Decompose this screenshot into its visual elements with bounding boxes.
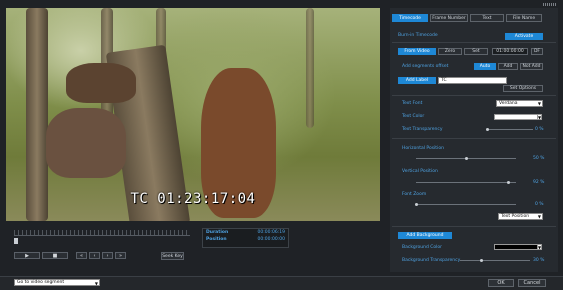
font-zoom-slider[interactable] bbox=[415, 203, 516, 206]
duration-row: Duration 00:00:06:19 bbox=[203, 229, 288, 236]
divider bbox=[392, 138, 556, 139]
vertical-position-slider[interactable] bbox=[416, 181, 516, 184]
horizontal-position-value: 50 % bbox=[533, 156, 545, 161]
slider-knob[interactable] bbox=[415, 203, 418, 206]
slider-knob[interactable] bbox=[486, 128, 489, 131]
text-color-swatch[interactable] bbox=[494, 114, 538, 120]
slider-knob[interactable] bbox=[507, 181, 510, 184]
slider-knob[interactable] bbox=[465, 157, 468, 160]
divider bbox=[392, 95, 556, 96]
text-transparency-value: 0 % bbox=[535, 127, 544, 132]
text-font-label: Text Font bbox=[402, 101, 423, 106]
tree-trunk bbox=[26, 8, 48, 221]
chevron-down-icon: ▼ bbox=[537, 214, 541, 219]
not-add-button[interactable]: Not Add bbox=[520, 63, 543, 70]
text-font-select[interactable]: Verdana ▼ bbox=[496, 100, 543, 107]
divider bbox=[392, 42, 556, 43]
text-font-value: Verdana bbox=[499, 101, 518, 106]
chevron-down-icon: ▼ bbox=[537, 101, 541, 106]
last-frame-button[interactable]: » bbox=[115, 252, 126, 259]
timeline-handle[interactable] bbox=[14, 238, 18, 244]
auto-button[interactable]: Auto bbox=[474, 63, 496, 70]
play-button[interactable]: ▶ bbox=[14, 252, 40, 259]
position-label: Position bbox=[206, 237, 227, 242]
info-panel: Duration 00:00:06:19 Position 00:00:00:0… bbox=[202, 228, 289, 248]
cancel-button[interactable]: Cancel bbox=[518, 279, 546, 287]
stop-button[interactable]: ■ bbox=[42, 252, 68, 259]
add-label-button[interactable]: Add Label bbox=[398, 77, 436, 84]
duration-label: Duration bbox=[206, 230, 229, 235]
segment-select[interactable]: Go to video segment ▼ bbox=[14, 279, 100, 286]
zero-button[interactable]: Zero bbox=[438, 48, 462, 55]
horizontal-position-label: Horizontal Position bbox=[402, 146, 444, 151]
from-video-button[interactable]: From Video bbox=[398, 48, 436, 55]
label-input[interactable]: TC bbox=[438, 77, 507, 84]
position-row: Position 00:00:00:00 bbox=[203, 236, 288, 243]
text-transparency-slider[interactable] bbox=[486, 128, 533, 131]
font-zoom-label: Font Zoom bbox=[402, 192, 427, 197]
play-icon: ▶ bbox=[25, 252, 29, 259]
tab-bar: Timecode Frame Number Text File Name bbox=[392, 14, 542, 22]
vertical-position-value: 92 % bbox=[533, 180, 545, 185]
stop-icon: ■ bbox=[52, 252, 58, 259]
tab-text[interactable]: Text bbox=[470, 14, 504, 22]
position-value: 00:00:00:00 bbox=[257, 237, 285, 242]
timecode-overlay: TC 01:23:17:04 bbox=[130, 191, 256, 207]
text-transparency-label: Text Transparency bbox=[402, 127, 443, 132]
activate-button[interactable]: Activate bbox=[505, 33, 543, 40]
background-color-label: Background Color bbox=[402, 245, 443, 250]
divider bbox=[392, 226, 556, 227]
segments-offset-label: Add segments offset bbox=[402, 64, 449, 69]
chevron-down-icon[interactable]: ▼ bbox=[537, 114, 542, 120]
video-frame bbox=[6, 8, 380, 221]
tree-trunk bbox=[306, 8, 314, 128]
duration-value: 00:00:06:19 bbox=[257, 230, 285, 235]
tab-file-name[interactable]: File Name bbox=[506, 14, 542, 22]
background-transparency-slider[interactable] bbox=[460, 259, 530, 262]
chevron-down-icon: ▼ bbox=[94, 281, 98, 286]
horse bbox=[66, 63, 136, 103]
ok-button[interactable]: OK bbox=[488, 279, 514, 287]
text-color-label: Text Color bbox=[402, 114, 425, 119]
text-position-select[interactable]: Text Position ▼ bbox=[498, 213, 543, 220]
chevron-down-icon[interactable]: ▼ bbox=[537, 244, 542, 250]
background-color-swatch[interactable] bbox=[494, 244, 538, 250]
tab-timecode[interactable]: Timecode bbox=[392, 14, 428, 22]
prev-frame-button[interactable]: ‹ bbox=[89, 252, 100, 259]
video-preview: TC 01:23:17:04 bbox=[6, 8, 380, 221]
set-button[interactable]: Set bbox=[464, 48, 488, 55]
timecode-input[interactable]: 01:00:00:00 bbox=[492, 48, 528, 55]
slider-knob[interactable] bbox=[480, 259, 483, 262]
background-transparency-label: Background Transparency bbox=[402, 258, 461, 263]
first-frame-button[interactable]: « bbox=[76, 252, 87, 259]
set-options-button[interactable]: Set Options bbox=[503, 85, 543, 92]
segment-select-value: Go to video segment bbox=[17, 280, 65, 285]
window-grip[interactable] bbox=[543, 3, 557, 6]
seek-key-button[interactable]: Seek Key bbox=[161, 252, 184, 260]
horizontal-position-slider[interactable] bbox=[416, 157, 516, 160]
drop-frame-button[interactable]: DF bbox=[531, 48, 543, 55]
horse bbox=[46, 108, 126, 178]
font-zoom-value: 0 % bbox=[535, 202, 544, 207]
add-background-button[interactable]: Add Background bbox=[398, 232, 452, 239]
tab-frame-number[interactable]: Frame Number bbox=[430, 14, 468, 22]
next-frame-button[interactable]: › bbox=[102, 252, 113, 259]
timeline-ruler[interactable] bbox=[14, 230, 190, 236]
text-position-value: Text Position bbox=[501, 214, 530, 219]
vertical-position-label: Vertical Position bbox=[402, 169, 438, 174]
add-button[interactable]: Add bbox=[498, 63, 518, 70]
background-transparency-value: 30 % bbox=[533, 258, 545, 263]
burn-in-label: Burn-in Timecode bbox=[398, 33, 438, 38]
